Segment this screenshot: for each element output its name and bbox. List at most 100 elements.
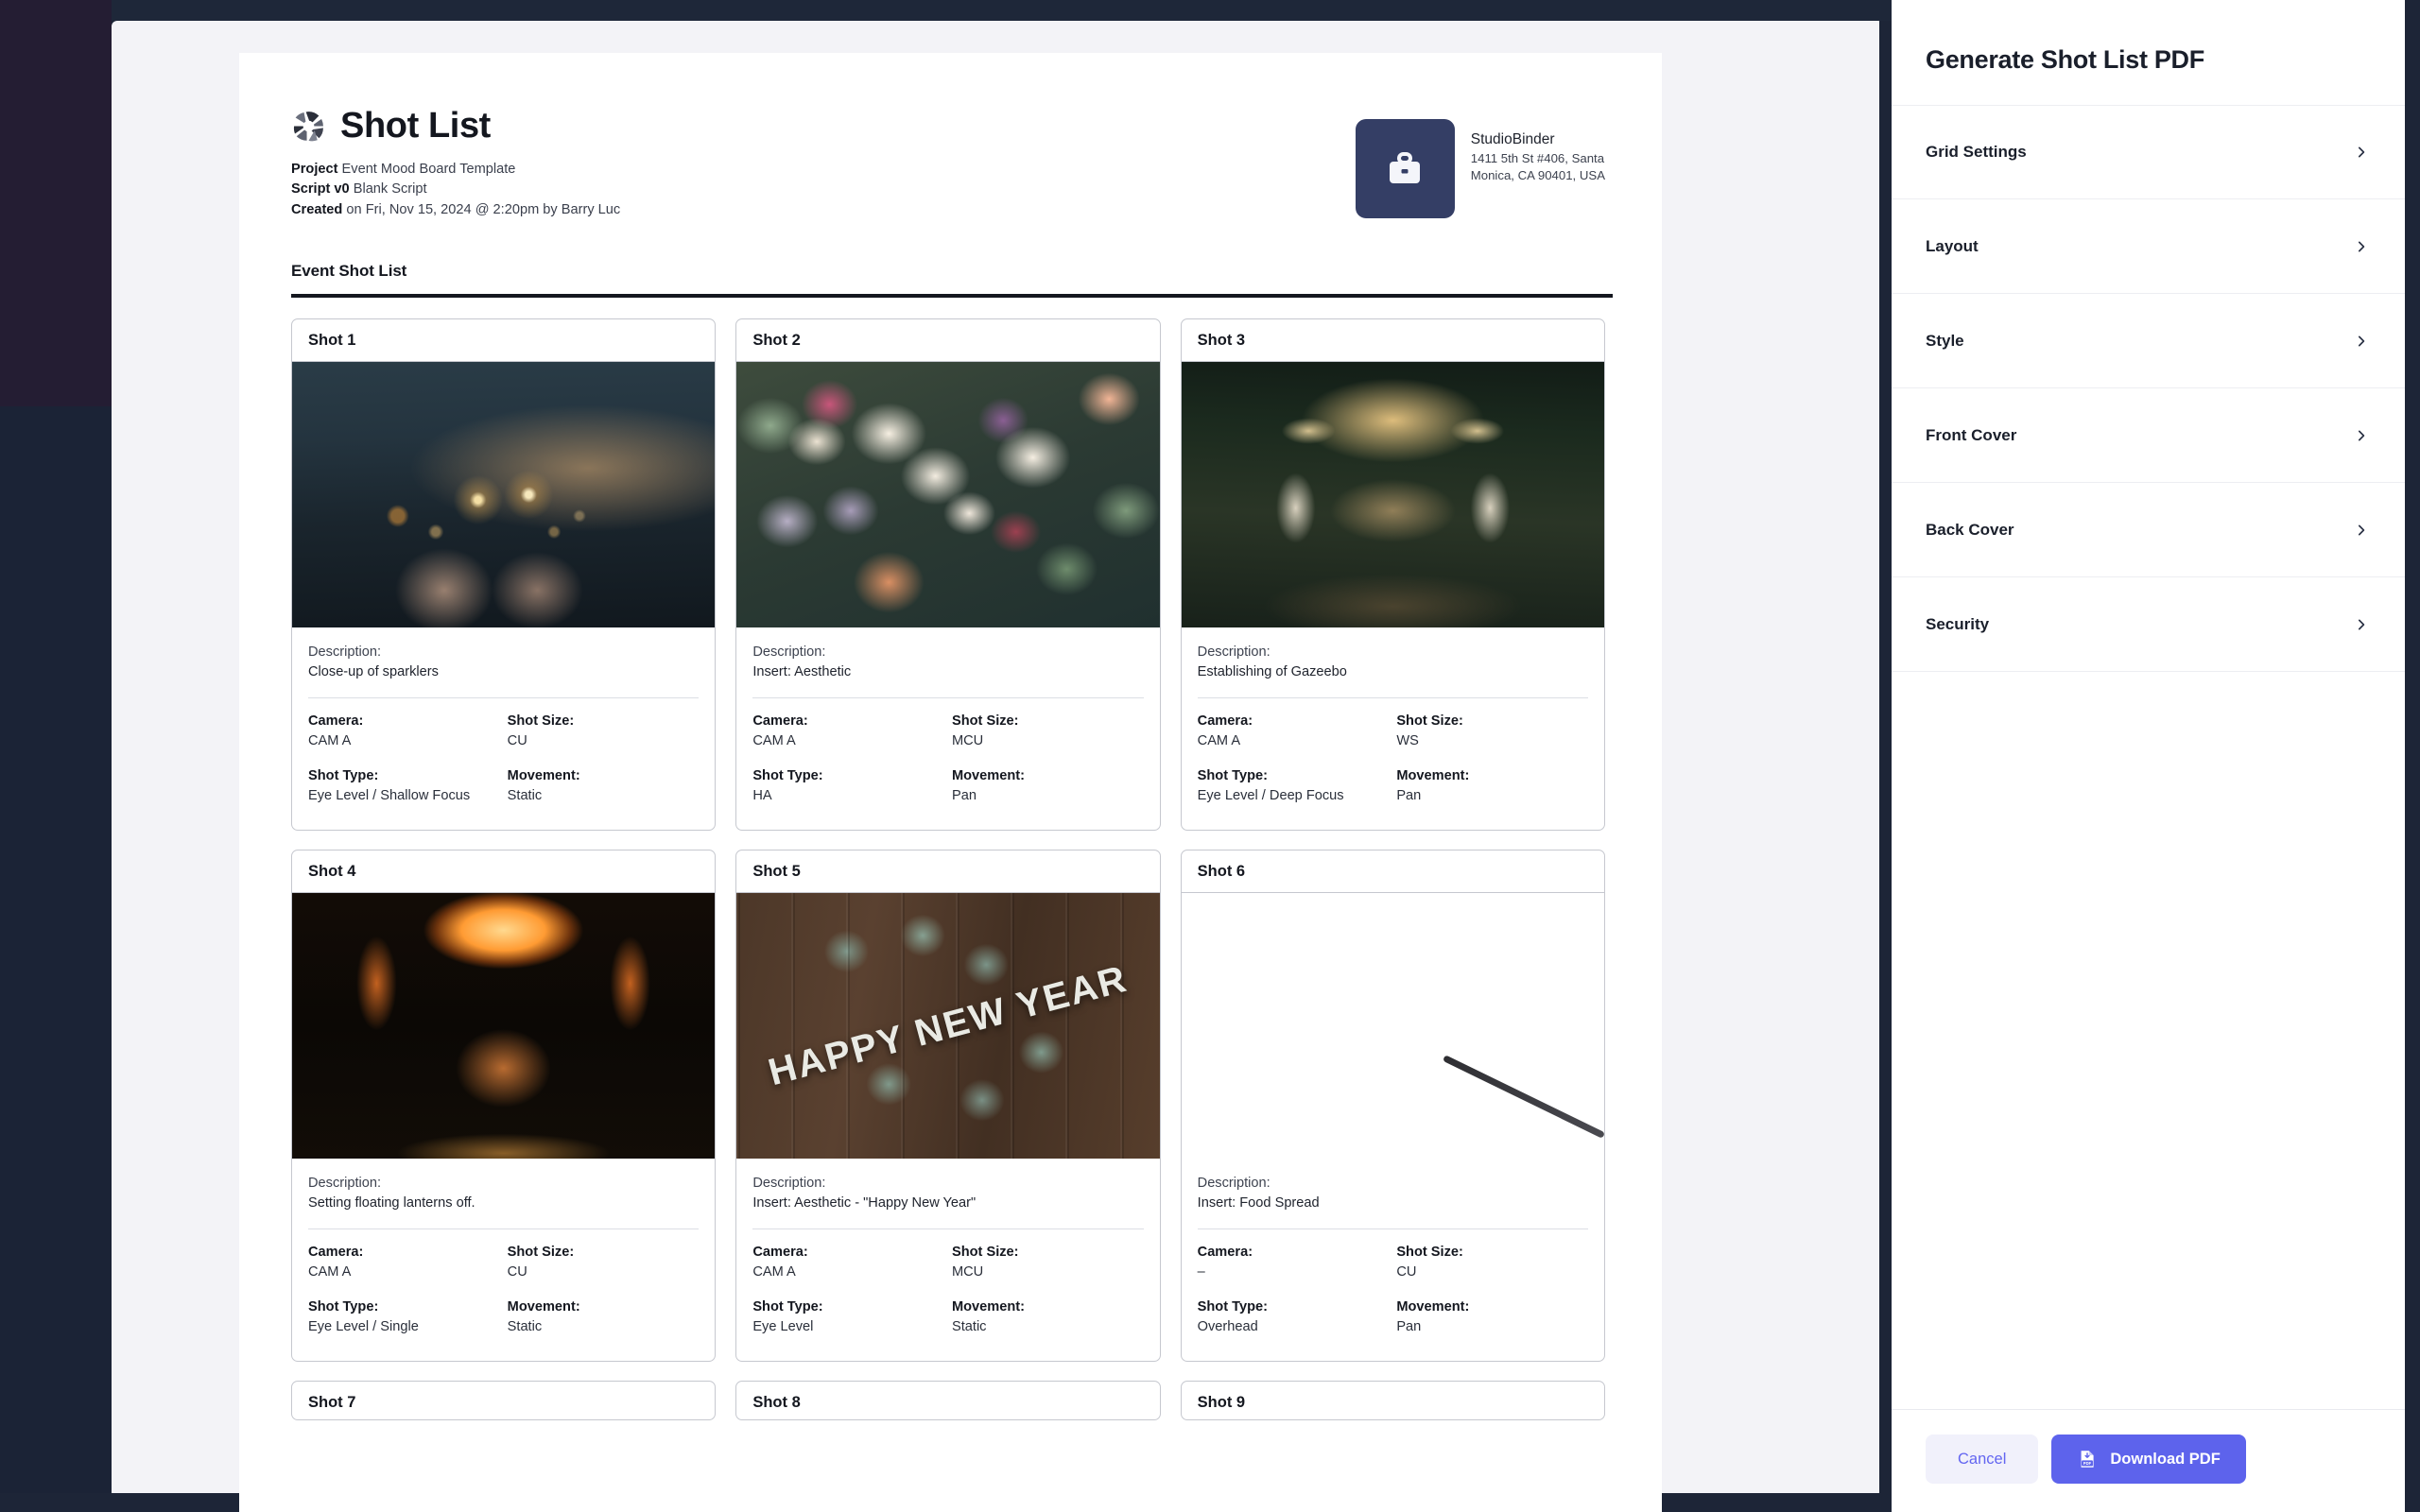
shot-card[interactable]: Shot 1 Description: Close-up of sparklers C… (291, 318, 717, 832)
panel-title: Generate Shot List PDF (1926, 45, 2204, 74)
shot-thumbnail[interactable] (1182, 893, 1604, 1159)
left-sidebar-lower (0, 406, 112, 1512)
shot-card-title: Shot 9 (1182, 1382, 1604, 1419)
shot-size-field: Shot Size: MCU (952, 713, 1144, 751)
shot-type-value: HA (752, 787, 772, 803)
download-pdf-button[interactable]: PDF Download PDF (2051, 1435, 2246, 1484)
description-value: Insert: Aesthetic - "Happy New Year" (752, 1195, 977, 1211)
shot-card-body: Description: Insert: Aesthetic Camera: CAM … (736, 627, 1159, 830)
panel-row-style[interactable]: Style (1892, 294, 2405, 388)
title-row: Shot List (291, 108, 620, 144)
movement-label: Movement: (951, 767, 1026, 783)
panel-row-label: Layout (1926, 236, 1979, 255)
card-divider (1197, 696, 1588, 698)
shot-thumbnail[interactable] (292, 362, 716, 628)
shot-card-body: Description: Insert: Food Spread Camera: – S… (1182, 1159, 1604, 1361)
description-label: Description: (1197, 644, 1270, 661)
app-window: Shot List Project Event Mood Board Templ… (0, 0, 2420, 1512)
card-divider (308, 696, 700, 698)
shot-size-value: MCU (951, 1264, 984, 1280)
man-releasing-floating-lantern-image (292, 893, 716, 1160)
shot-card[interactable]: Shot 7 (291, 1381, 717, 1421)
camera-field: Camera: CAM A (308, 713, 500, 751)
shot-card-title: Shot 8 (736, 1382, 1159, 1419)
camera-label: Camera: (308, 1245, 364, 1261)
shot-type-label: Shot Type: (752, 1298, 823, 1314)
chevron-right-icon (2358, 430, 2365, 440)
camera-field: Camera: CAM A (308, 1244, 500, 1282)
panel-row-label: Grid Settings (1926, 143, 2027, 161)
panel-row-front-cover[interactable]: Front Cover (1892, 388, 2405, 483)
movement-field: Movement: Static (952, 1298, 1144, 1337)
chevron-right-icon (2358, 146, 2365, 158)
movement-field: Movement: Pan (1396, 767, 1588, 806)
shot-thumbnail[interactable] (292, 893, 716, 1160)
camera-label: Camera: (1197, 713, 1253, 729)
description-label: Description: (308, 644, 382, 661)
description-value: Establishing of Gazeebo (1197, 664, 1347, 680)
shot-card[interactable]: Shot 6 Description: Insert: Food Spread Cam… (1180, 850, 1605, 1363)
camera-label: Camera: (752, 713, 808, 729)
panel-row-label: Front Cover (1926, 425, 2017, 444)
chevron-right-icon (2358, 335, 2365, 346)
shot-spec-grid: Camera: CAM A Shot Size: MCU Shot Type: HA Mov… (752, 713, 1143, 805)
shot-size-value: CU (1396, 1264, 1417, 1280)
movement-label: Movement: (507, 767, 580, 783)
section-title: Event Shot List (291, 262, 407, 281)
shot-spec-grid: Camera: CAM A Shot Size: CU Shot Type: Eye Le… (308, 713, 699, 805)
company-text: StudioBinder 1411 5th St #406, Santa Mon… (1471, 119, 1605, 184)
company-logo (1355, 119, 1455, 218)
shot-thumbnail[interactable] (1181, 362, 1604, 628)
camera-value: CAM A (1197, 732, 1241, 748)
shot-size-label: Shot Size: (507, 713, 575, 729)
movement-label: Movement: (507, 1298, 580, 1314)
shot-card[interactable]: Shot 2 Description: Insert: Aesthetic Camer… (735, 318, 1161, 832)
shot-size-value: CU (507, 732, 527, 748)
movement-label: Movement: (1396, 767, 1470, 783)
cancel-button[interactable]: Cancel (1926, 1435, 2039, 1484)
shot-card[interactable]: Shot 8 (735, 1381, 1161, 1421)
description-label: Description: (752, 644, 826, 661)
shot-card[interactable]: Shot 9 (1180, 1381, 1605, 1421)
shot-type-value: Eye Level / Deep Focus (1197, 787, 1344, 803)
movement-value: Static (507, 1318, 543, 1334)
chevron-right-icon (2358, 524, 2365, 535)
camera-label: Camera: (1197, 1245, 1253, 1261)
panel-row-label: Back Cover (1926, 520, 2014, 539)
shot-card[interactable]: Shot 4 Description: Setting floating lante… (291, 850, 717, 1363)
document-header: Shot List Project Event Mood Board Templ… (291, 108, 1605, 221)
company-address-line-2: Monica, CA 90401, USA (1470, 168, 1605, 183)
movement-value: Pan (951, 787, 977, 803)
description-value: Insert: Food Spread (1197, 1195, 1320, 1211)
shot-type-field: Shot Type: Eye Level / Shallow Focus (308, 767, 500, 806)
shot-card[interactable]: Shot 5 HAPPY NEW YEAR Description: Insert: … (735, 850, 1161, 1363)
document-header-left: Shot List Project Event Mood Board Templ… (291, 108, 620, 221)
shot-spec-grid: Camera: – Shot Size: CU Shot Type: Overhead Mo… (1198, 1244, 1588, 1336)
meta-script: Script v0 Blank Script (291, 181, 427, 198)
camera-field: Camera: – (1198, 1244, 1390, 1282)
shot-size-value: CU (507, 1264, 527, 1280)
panel-row-security[interactable]: Security (1892, 577, 2405, 672)
shot-size-value: MCU (951, 732, 984, 748)
shot-size-value: WS (1396, 732, 1419, 748)
shot-spec-grid: Camera: CAM A Shot Size: CU Shot Type: Eye Le… (308, 1244, 699, 1336)
lit-gazebo-at-night-image (1181, 362, 1604, 628)
shot-type-field: Shot Type: Eye Level / Single (308, 1298, 500, 1337)
movement-field: Movement: Pan (952, 767, 1144, 806)
shot-card[interactable]: Shot 3 Description: Establishing of Gazeeb… (1180, 318, 1605, 832)
shot-type-value: Overhead (1197, 1318, 1258, 1334)
movement-value: Static (951, 1318, 987, 1334)
aperture-icon (293, 111, 323, 141)
movement-label: Movement: (1396, 1298, 1470, 1314)
panel-row-grid-settings[interactable]: Grid Settings (1892, 105, 2405, 199)
panel-row-back-cover[interactable]: Back Cover (1892, 483, 2405, 577)
panel-row-layout[interactable]: Layout (1892, 199, 2405, 294)
shot-list-document-preview[interactable]: Shot List Project Event Mood Board Templ… (239, 53, 1662, 1512)
download-pdf-label: Download PDF (2110, 1450, 2221, 1468)
left-sidebar-strip (0, 0, 112, 416)
shot-thumbnail[interactable] (736, 362, 1160, 628)
shot-size-field: Shot Size: WS (1396, 713, 1588, 751)
shot-size-label: Shot Size: (1396, 713, 1463, 729)
shot-card-title: Shot 7 (292, 1382, 715, 1419)
shot-thumbnail[interactable]: HAPPY NEW YEAR (736, 893, 1160, 1160)
